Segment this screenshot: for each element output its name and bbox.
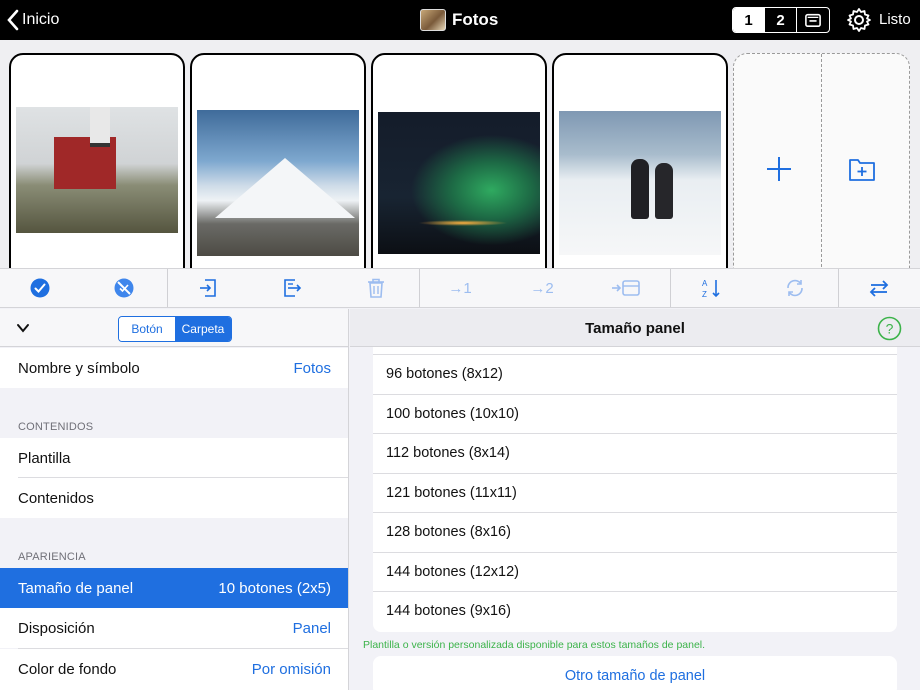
chevron-down-icon[interactable] <box>16 321 30 335</box>
snow-photo <box>559 111 721 255</box>
toolbar-separator <box>838 269 839 307</box>
template-label: Plantilla <box>18 449 71 467</box>
import-icon <box>200 279 216 297</box>
toolbar-separator <box>670 269 671 307</box>
folder-page-button[interactable] <box>797 8 829 32</box>
done-button[interactable]: Listo <box>879 11 911 28</box>
move-to-page-1-button[interactable]: → 1 <box>440 269 480 307</box>
refresh-icon <box>787 279 803 297</box>
gear-icon[interactable] <box>846 7 872 33</box>
list-item[interactable]: 144 botones (9x16) <box>373 591 897 631</box>
move-to-folder-icon <box>612 280 640 296</box>
contents-label: Contenidos <box>18 489 94 507</box>
swap-button[interactable] <box>859 269 899 307</box>
chevron-left-icon <box>7 9 19 31</box>
move-to-folder-button[interactable] <box>606 269 646 307</box>
list-item[interactable]: 144 botones (12x12) <box>373 551 897 592</box>
select-all-icon <box>30 278 50 298</box>
photo-tile-aurora[interactable] <box>371 53 547 268</box>
list-item[interactable]: 128 botones (8x16) <box>373 512 897 552</box>
plus-icon[interactable] <box>766 156 792 182</box>
folder-page-icon <box>805 13 821 28</box>
export-button[interactable] <box>272 269 312 307</box>
type-segmented-control: Botón Carpeta <box>118 316 232 342</box>
properties-panel: Botón Carpeta Nombre y símbolo Fotos CON… <box>0 309 349 690</box>
swap-icon <box>869 280 889 297</box>
page-switcher: 1 2 <box>732 7 830 33</box>
list-item[interactable]: 100 botones (10x10) <box>373 393 897 434</box>
deselect-icon <box>114 278 134 298</box>
sort-az-icon: AZ <box>702 279 720 299</box>
properties-header: Botón Carpeta <box>0 309 348 347</box>
back-label: Inicio <box>22 11 60 28</box>
import-button[interactable] <box>188 269 228 307</box>
picker-title: Tamaño panel <box>585 320 685 337</box>
deselect-button[interactable] <box>104 269 144 307</box>
svg-text:A: A <box>702 279 708 288</box>
appearance-section-header: APARIENCIA <box>18 551 86 563</box>
mountain-photo <box>197 110 359 256</box>
background-color-value: Por omisión <box>251 661 331 678</box>
photo-tile-snow[interactable] <box>552 53 728 268</box>
refresh-button[interactable] <box>775 269 815 307</box>
help-icon[interactable]: ? <box>877 316 902 341</box>
trash-icon <box>368 278 384 298</box>
svg-text:?: ? <box>886 321 894 337</box>
name-symbol-label: Nombre y símbolo <box>18 359 140 377</box>
layout-label: Disposición <box>18 619 95 637</box>
add-tile-divider <box>821 54 822 268</box>
background-color-label: Color de fondo <box>18 661 117 678</box>
template-availability-note: Plantilla o versión personalizada dispon… <box>363 639 706 651</box>
toolbar-separator <box>419 269 420 307</box>
aurora-photo <box>378 112 540 254</box>
folder-thumbnail-icon <box>420 9 446 31</box>
segment-button[interactable]: Botón <box>119 317 175 341</box>
list-item[interactable]: 112 botones (8x14) <box>373 433 897 473</box>
move-to-page-1-icon: → <box>448 279 464 297</box>
list-item[interactable]: 121 botones (11x11) <box>373 472 897 513</box>
move-to-page-2-label: 2 <box>545 279 554 297</box>
segment-folder[interactable]: Carpeta <box>175 317 231 341</box>
move-to-page-2-button[interactable]: → 2 <box>522 269 562 307</box>
panel-size-list: 96 botones (8x12) 100 botones (10x10) 11… <box>373 347 897 632</box>
export-icon <box>284 279 302 297</box>
contents-row[interactable]: Contenidos <box>0 478 348 518</box>
panel-size-value: 10 botones (2x5) <box>218 579 331 597</box>
toolbar-separator <box>167 269 168 307</box>
page-title: Fotos <box>420 6 498 34</box>
delete-button[interactable] <box>356 269 396 307</box>
add-tile <box>733 53 910 268</box>
page-2-button[interactable]: 2 <box>765 8 797 32</box>
edit-toolbar: → 1 → 2 AZ <box>0 268 920 308</box>
photo-tile-church[interactable] <box>9 53 185 268</box>
photo-tile-mountain[interactable] <box>190 53 366 268</box>
svg-text:Z: Z <box>702 290 707 299</box>
top-bar: Inicio Fotos 1 2 Listo <box>0 0 920 40</box>
name-symbol-value: Fotos <box>293 359 331 377</box>
church-photo <box>16 107 178 233</box>
contents-section-header: CONTENIDOS <box>18 421 94 433</box>
picker-header: Tamaño panel ? <box>350 309 920 347</box>
layout-value: Panel <box>292 619 331 637</box>
background-color-row[interactable]: Color de fondo Por omisión <box>0 649 348 690</box>
panel-size-row[interactable]: Tamaño de panel 10 botones (2x5) <box>0 568 348 608</box>
layout-row[interactable]: Disposición Panel <box>0 608 348 648</box>
add-folder-icon[interactable] <box>849 157 875 181</box>
panel-size-label: Tamaño de panel <box>18 579 134 597</box>
name-symbol-row[interactable]: Nombre y símbolo Fotos <box>0 348 348 388</box>
move-to-page-1-label: 1 <box>463 279 472 297</box>
select-all-button[interactable] <box>20 269 60 307</box>
back-button[interactable]: Inicio <box>6 8 59 32</box>
panel-size-picker: Tamaño panel ? 96 botones (8x12) 100 bot… <box>350 309 920 690</box>
page-title-label: Fotos <box>452 10 499 29</box>
page-1-button[interactable]: 1 <box>733 8 765 32</box>
move-to-page-2-icon: → <box>530 279 546 297</box>
template-row[interactable]: Plantilla <box>0 438 348 478</box>
sort-button[interactable]: AZ <box>691 269 731 307</box>
button-grid <box>0 40 920 268</box>
list-item[interactable]: 96 botones (8x12) <box>373 354 897 394</box>
other-size-button[interactable]: Otro tamaño de panel <box>373 656 897 690</box>
